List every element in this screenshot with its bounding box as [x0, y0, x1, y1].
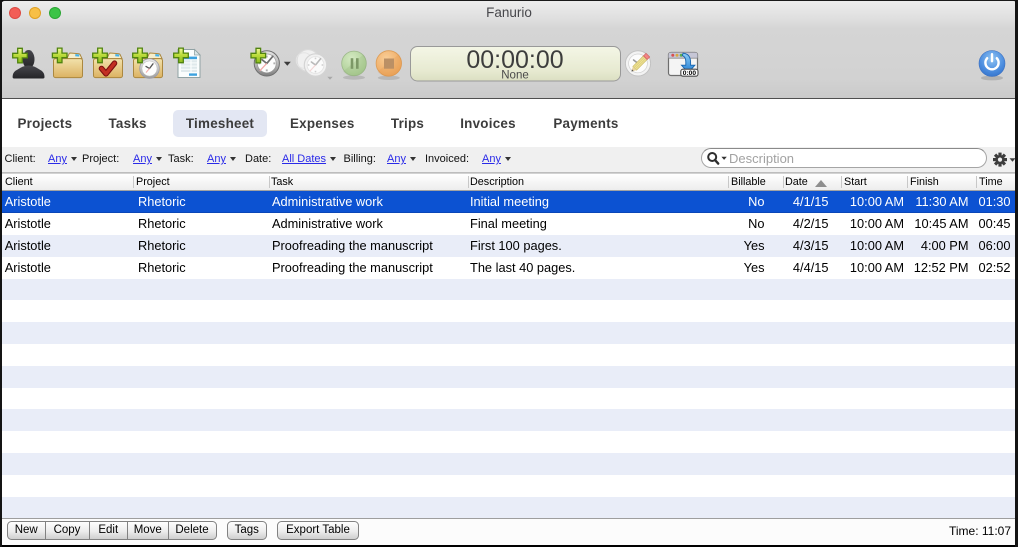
svg-text:None: None [501, 69, 529, 81]
svg-text:0:00: 0:00 [683, 70, 697, 77]
